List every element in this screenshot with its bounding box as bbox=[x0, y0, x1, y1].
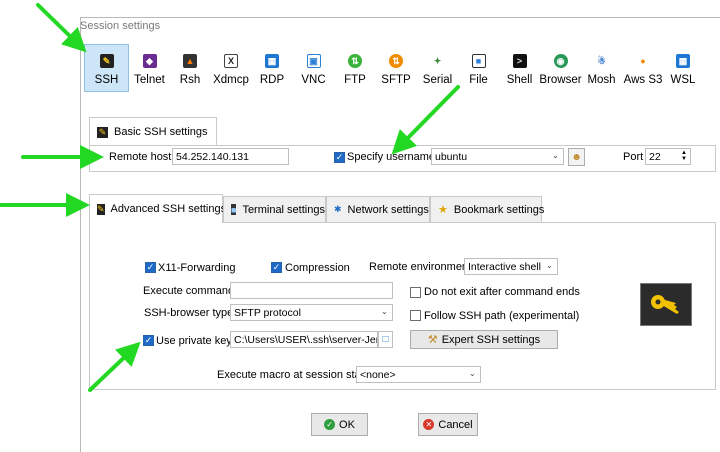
protocol-serial[interactable]: ✦ Serial bbox=[417, 44, 458, 92]
port-spinner[interactable]: 22 ▲ ▼ bbox=[645, 148, 691, 165]
protocol-telnet[interactable]: ◆ Telnet bbox=[129, 44, 170, 92]
serial-icon: ✦ bbox=[433, 55, 442, 66]
user-icon: ☻ bbox=[571, 151, 582, 163]
aws-s3-icon: ● bbox=[640, 56, 646, 66]
network-icon: ✱ bbox=[334, 204, 342, 214]
protocol-rsh[interactable]: ▲ Rsh bbox=[170, 44, 210, 92]
use-private-key-label: Use private key bbox=[156, 335, 232, 347]
protocol-mosh[interactable]: ☃ Mosh bbox=[581, 44, 622, 92]
star-icon: ★ bbox=[438, 204, 448, 216]
mosh-icon: ☃ bbox=[597, 55, 606, 66]
do-not-exit-checkbox[interactable] bbox=[410, 287, 421, 298]
window-title: Session settings bbox=[80, 20, 161, 32]
protocol-ssh[interactable]: ✎ SSH bbox=[84, 44, 129, 92]
protocol-file[interactable]: ■ File bbox=[458, 44, 499, 92]
advanced-settings-panel bbox=[89, 222, 716, 390]
xdmcp-icon: X bbox=[224, 54, 238, 68]
file-icon: □ bbox=[382, 334, 389, 345]
file-icon: ■ bbox=[471, 54, 486, 68]
key-image bbox=[640, 283, 692, 326]
remote-host-input[interactable]: 54.252.140.131 bbox=[172, 148, 289, 165]
active-tab-joiner bbox=[90, 221, 222, 223]
execute-command-input[interactable] bbox=[230, 282, 393, 299]
check-circle-icon: ✓ bbox=[324, 419, 336, 430]
key-icon bbox=[651, 294, 679, 314]
cancel-button[interactable]: ✕ Cancel bbox=[418, 413, 478, 436]
telnet-icon: ◆ bbox=[142, 54, 157, 68]
use-private-key-checkbox[interactable]: ✓ bbox=[143, 335, 154, 346]
execute-macro-select[interactable]: <none> ⌄ bbox=[356, 366, 481, 383]
username-select[interactable]: ubuntu ⌄ bbox=[431, 148, 564, 165]
protocol-rdp[interactable]: ▦ RDP bbox=[252, 44, 292, 92]
protocol-browser[interactable]: ◉ Browser bbox=[539, 44, 582, 92]
follow-ssh-path-checkbox[interactable] bbox=[410, 310, 421, 321]
tab-basic-ssh-settings[interactable]: ✎ Basic SSH settings bbox=[89, 117, 217, 146]
window-top-border bbox=[80, 17, 720, 18]
browse-key-button[interactable]: □ bbox=[378, 331, 393, 348]
cancel-circle-icon: ✕ bbox=[423, 419, 435, 430]
tab-bookmark-settings[interactable]: ★ Bookmark settings bbox=[430, 196, 544, 222]
private-key-input[interactable]: C:\Users\USER\.ssh\server-Jenkin bbox=[230, 331, 378, 348]
tab-network-settings[interactable]: ✱ Network settings bbox=[326, 196, 430, 222]
browser-icon: ◉ bbox=[553, 54, 568, 68]
tab-terminal-settings[interactable]: ■ Terminal settings bbox=[223, 196, 326, 222]
specify-username-checkbox[interactable]: ✓ bbox=[334, 152, 345, 163]
x11-forwarding-checkbox[interactable]: ✓ bbox=[145, 262, 156, 273]
sftp-icon: ⇅ bbox=[389, 54, 403, 68]
wrench-icon: ⚒ bbox=[427, 334, 438, 346]
x11-forwarding-label: X11-Forwarding bbox=[158, 262, 236, 274]
ssh-browser-type-label: SSH-browser type: bbox=[144, 307, 237, 319]
vnc-icon: ▣ bbox=[306, 54, 321, 68]
window-left-border bbox=[80, 17, 81, 452]
user-manager-button[interactable]: ☻ bbox=[568, 148, 585, 166]
chevron-down-icon: ⌄ bbox=[469, 369, 476, 378]
protocol-aws-s3[interactable]: ● Aws S3 bbox=[622, 44, 664, 92]
remote-host-label: Remote host * bbox=[109, 151, 179, 163]
ok-button[interactable]: ✓ OK bbox=[311, 413, 368, 436]
expert-ssh-settings-button[interactable]: ⚒ Expert SSH settings bbox=[410, 330, 558, 349]
remote-environment-label: Remote environment: bbox=[369, 261, 475, 273]
chevron-down-icon: ⌄ bbox=[546, 261, 553, 270]
spinner-arrows-icon: ▲ ▼ bbox=[681, 150, 687, 162]
remote-environment-select[interactable]: Interactive shell ⌄ bbox=[464, 258, 558, 275]
tab-advanced-ssh-settings[interactable]: ✎ Advanced SSH settings bbox=[89, 194, 226, 223]
do-not-exit-label: Do not exit after command ends bbox=[424, 286, 580, 298]
ssh-icon: ✎ bbox=[97, 126, 108, 138]
execute-macro-label: Execute macro at session start: bbox=[217, 369, 371, 381]
compression-label: Compression bbox=[285, 262, 350, 274]
shell-icon: > bbox=[512, 54, 527, 68]
ssh-icon: ✎ bbox=[99, 54, 114, 68]
protocol-xdmcp[interactable]: X Xdmcp bbox=[210, 44, 252, 92]
rsh-icon: ▲ bbox=[183, 54, 197, 68]
ftp-icon: ⇅ bbox=[348, 54, 362, 68]
arrow-to-username bbox=[391, 85, 460, 155]
terminal-icon: ■ bbox=[231, 204, 237, 215]
protocol-vnc[interactable]: ▣ VNC bbox=[292, 44, 335, 92]
chevron-down-icon: ⌄ bbox=[552, 151, 559, 160]
protocol-shell[interactable]: > Shell bbox=[499, 44, 540, 92]
protocol-sftp[interactable]: ⇅ SFTP bbox=[375, 44, 417, 92]
arrow-to-ssh bbox=[36, 3, 87, 53]
protocol-ftp[interactable]: ⇅ FTP bbox=[335, 44, 375, 92]
follow-ssh-path-label: Follow SSH path (experimental) bbox=[424, 310, 580, 322]
protocol-toolbar: ✎ SSH ◆ Telnet ▲ Rsh X Xdmcp ▦ RDP ▣ VNC… bbox=[84, 44, 702, 92]
ssh-icon: ✎ bbox=[97, 203, 105, 215]
port-label: Port bbox=[623, 151, 644, 163]
ssh-browser-type-select[interactable]: SFTP protocol ⌄ bbox=[230, 304, 393, 321]
wsl-icon: ▦ bbox=[676, 54, 690, 68]
compression-checkbox[interactable]: ✓ bbox=[271, 262, 282, 273]
chevron-down-icon: ⌄ bbox=[381, 307, 388, 316]
execute-command-label: Execute command: bbox=[143, 285, 238, 297]
rdp-icon: ▦ bbox=[265, 54, 279, 68]
specify-username-label: Specify username bbox=[347, 151, 436, 163]
protocol-wsl[interactable]: ▦ WSL bbox=[664, 44, 702, 92]
